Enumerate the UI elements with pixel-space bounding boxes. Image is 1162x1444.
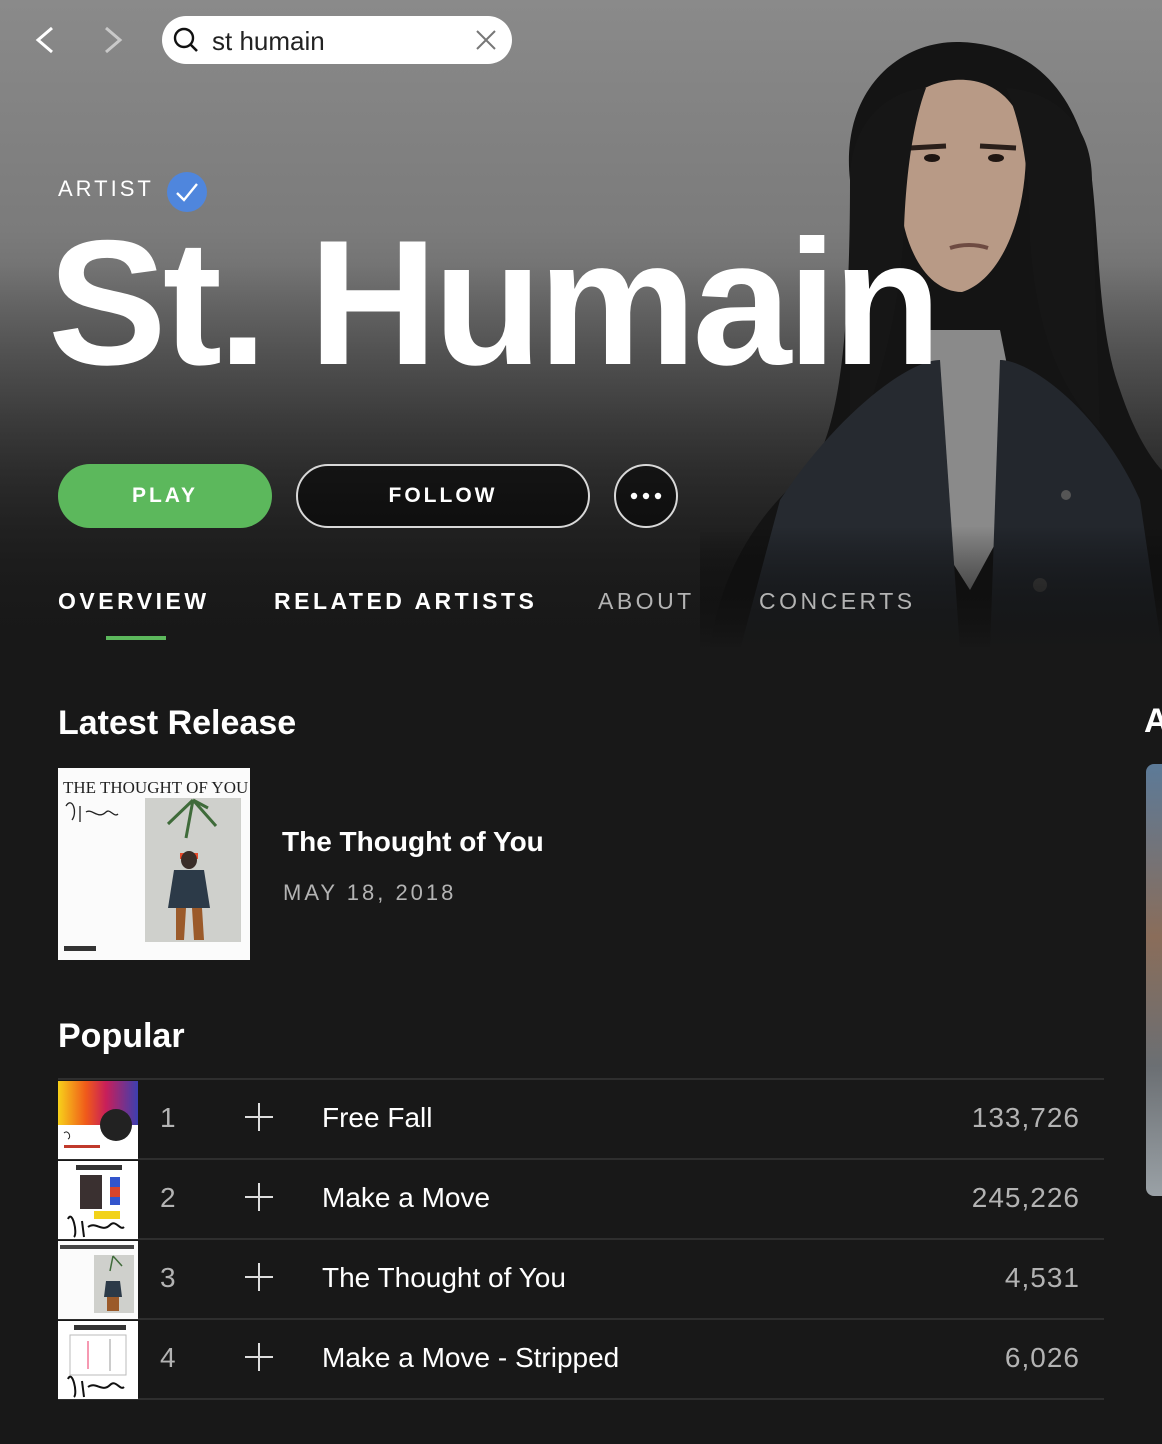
track-title[interactable]: Make a Move - Stripped [322,1342,619,1374]
latest-release-title[interactable]: The Thought of You [282,826,544,858]
track-title[interactable]: The Thought of You [322,1262,566,1294]
add-to-library-icon[interactable] [244,1102,274,1132]
side-panel-image[interactable] [1146,764,1162,1196]
clear-search-icon[interactable] [474,28,498,52]
track-number: 4 [160,1342,176,1373]
cover-title-text: THE THOUGHT OF YOU [63,778,248,797]
add-to-library-icon[interactable] [244,1342,274,1372]
latest-release-date: MAY 18, 2018 [283,880,457,905]
artist-label: ARTIST [58,176,154,201]
tab-about[interactable]: ABOUT [598,588,695,615]
track-row[interactable]: 3 The Thought of You 4,531 [58,1240,1104,1320]
track-row[interactable]: 4 Make a Move - Stripped 6,026 [58,1320,1104,1400]
side-section-heading: A [1144,702,1162,740]
add-to-library-icon[interactable] [244,1262,274,1292]
follow-button[interactable]: FOLLOW [296,464,590,528]
track-play-count: 4,531 [1004,1262,1080,1293]
track-row[interactable]: 2 Make a Move 245,226 [58,1160,1104,1240]
back-arrow-icon[interactable] [28,22,64,58]
track-artwork [58,1081,138,1159]
play-button[interactable]: PLAY [58,464,272,528]
artist-name: St. Humain [48,203,942,402]
track-row[interactable]: 1 Free Fall 133,726 [58,1080,1104,1160]
more-options-button[interactable] [614,464,678,528]
tab-overview[interactable]: OVERVIEW [58,588,210,615]
track-title[interactable]: Free Fall [322,1102,432,1134]
track-play-count: 245,226 [971,1182,1080,1213]
track-play-count: 133,726 [971,1102,1080,1133]
track-title[interactable]: Make a Move [322,1182,490,1214]
track-number: 3 [160,1262,176,1293]
forward-arrow-icon[interactable] [94,22,130,58]
popular-tracks-list: 1 Free Fall 133,726 2 Make a Move 245,22… [58,1078,1104,1400]
track-number: 1 [160,1102,176,1133]
track-artwork [58,1321,138,1399]
track-artwork [58,1241,138,1319]
artist-header: ARTIST St. Humain PLAY FOLLOW OVERVIEW R… [0,0,1162,660]
track-number: 2 [160,1182,176,1213]
track-artwork [58,1161,138,1239]
search-bar[interactable] [162,16,512,64]
barcode-icon [64,946,96,951]
release-cover-art[interactable]: THE THOUGHT OF YOU [58,768,250,960]
popular-heading: Popular [58,1017,185,1055]
active-tab-indicator [106,636,166,640]
search-icon [173,27,198,52]
add-to-library-icon[interactable] [244,1182,274,1212]
latest-release-heading: Latest Release [58,704,297,742]
track-play-count: 6,026 [1004,1342,1080,1373]
tab-concerts[interactable]: CONCERTS [759,588,916,615]
search-input[interactable] [210,24,464,58]
tab-related-artists[interactable]: RELATED ARTISTS [274,588,537,615]
ellipsis-icon [630,492,662,500]
